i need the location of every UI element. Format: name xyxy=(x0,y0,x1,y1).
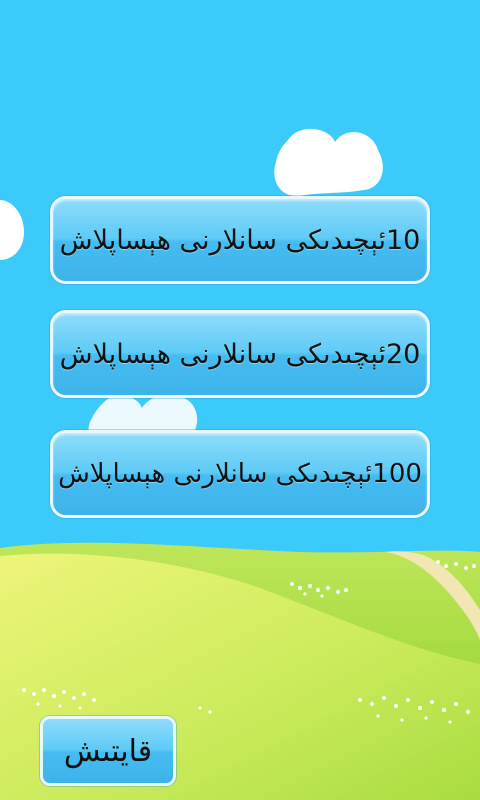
background-scene xyxy=(0,128,480,800)
cloud-left xyxy=(0,200,24,260)
back-button-label: قايتىش xyxy=(63,733,153,769)
count-within-10-label: 10ئېچىدىكى سانلارنى ھېساپلاش xyxy=(59,224,421,256)
count-within-100-label: 100ئېچىدىكى سانلارنى ھېساپلاش xyxy=(58,459,422,489)
count-within-10-button[interactable]: 10ئېچىدىكى سانلارنى ھېساپلاش xyxy=(50,196,430,284)
count-within-20-label: 20ئېچىدىكى سانلارنى ھېساپلاش xyxy=(59,338,421,370)
count-within-20-button[interactable]: 20ئېچىدىكى سانلارنى ھېساپلاش xyxy=(50,310,430,398)
cloud-top xyxy=(274,128,383,197)
count-within-100-button[interactable]: 100ئېچىدىكى سانلارنى ھېساپلاش xyxy=(50,430,430,518)
app-screen: 10ئېچىدىكى سانلارنى ھېساپلاش 20ئېچىدىكى … xyxy=(0,0,480,800)
back-button[interactable]: قايتىش xyxy=(40,716,176,786)
